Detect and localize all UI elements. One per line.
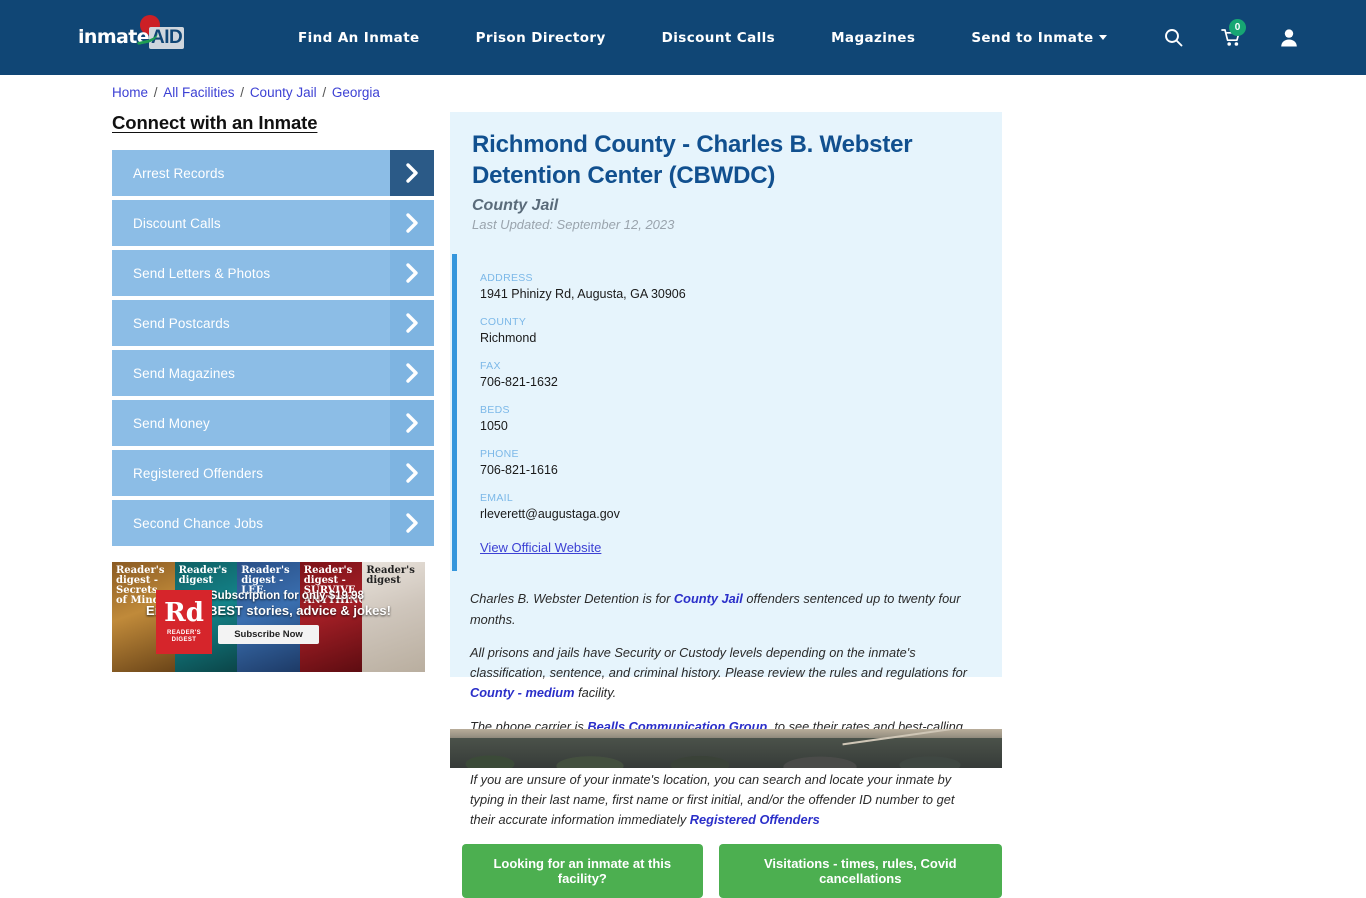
call-to-action-row: Looking for an inmate at this facility? … [462, 843, 1002, 898]
sidebar-item-label: Arrest Records [133, 165, 225, 181]
info-column-right: BEDS 1050 PHONE 706-821-1616 EMAIL rleve… [480, 404, 756, 536]
facility-aerial-photo [450, 729, 1002, 768]
visitations-button[interactable]: Visitations - times, rules, Covid cancel… [718, 843, 1002, 898]
info-value: 706-821-1616 [480, 463, 558, 478]
sidebar-item-send-money[interactable]: Send Money [112, 400, 434, 446]
site-logo[interactable]: inmate AID [78, 14, 188, 55]
sidebar-item-send-letters-photos[interactable]: Send Letters & Photos [112, 250, 434, 296]
description-paragraph-4: If you are unsure of your inmate's locat… [470, 770, 980, 831]
page-title: Richmond County - Charles B. Webster Det… [472, 131, 913, 189]
sidebar-heading: Connect with an Inmate [112, 112, 318, 133]
nav-label: Magazines [831, 29, 916, 46]
chevron-right-icon [390, 500, 434, 546]
breadcrumb-item-county-jail[interactable]: County Jail [250, 85, 317, 100]
p2-text-b: facility. [574, 685, 617, 701]
description-paragraph-1: Charles B. Webster Detention is for Coun… [470, 589, 980, 629]
header-icon-group: 0 [1164, 0, 1298, 75]
info-value: 706-821-1632 [480, 375, 558, 390]
nav-label: Send to Inmate [971, 29, 1094, 46]
sidebar-item-second-chance-jobs[interactable]: Second Chance Jobs [112, 500, 434, 546]
aerial-tree-canopy [450, 738, 1002, 768]
link-county-jail[interactable]: County Jail [674, 591, 743, 606]
rd-subtitle: READER'S DIGEST [167, 629, 201, 644]
breadcrumb-separator: / [150, 85, 162, 100]
chevron-right-icon [390, 400, 434, 446]
nav-send-to-inmate[interactable]: Send to Inmate [943, 30, 1134, 46]
sidebar-item-label: Second Chance Jobs [133, 515, 264, 531]
info-label: ADDRESS [480, 272, 533, 285]
info-value: 1941 Phinizy Rd, Augusta, GA 30906 [480, 287, 686, 302]
sidebar-item-registered-offenders[interactable]: Registered Offenders [112, 450, 434, 496]
info-label: PHONE [480, 448, 519, 461]
breadcrumb: Home / All Facilities / County Jail / Ge… [112, 85, 380, 100]
facility-info-box: ADDRESS 1941 Phinizy Rd, Augusta, GA 309… [452, 254, 1002, 572]
sidebar-item-send-magazines[interactable]: Send Magazines [112, 350, 434, 396]
info-value: Richmond [480, 331, 537, 346]
info-label: COUNTY [480, 316, 527, 329]
nav-magazines[interactable]: Magazines [803, 30, 943, 46]
chevron-down-icon [1098, 34, 1107, 40]
last-updated-text: Last Updated: September 12, 2023 [472, 217, 675, 233]
description-paragraph-2: All prisons and jails have Security or C… [470, 643, 980, 704]
nav-label: Prison Directory [475, 29, 606, 46]
sidebar-item-arrest-records[interactable]: Arrest Records [112, 150, 434, 196]
breadcrumb-separator: / [236, 85, 248, 100]
facility-type-label: County Jail [472, 197, 559, 215]
info-label: BEDS [480, 404, 510, 417]
facility-description: Charles B. Webster Detention is for Coun… [470, 589, 980, 830]
sidebar-item-label: Discount Calls [133, 215, 221, 231]
rd-monogram: Rd [164, 597, 204, 628]
p2-text-a: All prisons and jails have Security or C… [470, 644, 967, 681]
view-official-website-link[interactable]: View Official Website [480, 540, 1002, 555]
search-icon[interactable] [1164, 28, 1183, 47]
info-address: ADDRESS 1941 Phinizy Rd, Augusta, GA 309… [480, 272, 756, 301]
chevron-right-icon [390, 150, 434, 196]
site-header: inmate AID Find An Inmate Prison Director… [0, 0, 1366, 75]
sidebar-item-discount-calls[interactable]: Discount Calls [112, 200, 434, 246]
chevron-right-icon [390, 250, 434, 296]
sidebar-item-label: Send Letters & Photos [133, 265, 271, 281]
shopping-cart-icon[interactable]: 0 [1221, 19, 1246, 47]
ad-subscribe-button[interactable]: Subscribe Now [218, 625, 319, 644]
chevron-right-icon [390, 300, 434, 346]
chevron-right-icon [390, 450, 434, 496]
main-navigation: Find An Inmate Prison Directory Discount… [270, 30, 1135, 46]
sidebar-item-label: Registered Offenders [133, 465, 264, 481]
info-column-left: ADDRESS 1941 Phinizy Rd, Augusta, GA 309… [480, 272, 756, 404]
nav-prison-directory[interactable]: Prison Directory [448, 30, 634, 46]
breadcrumb-item-home[interactable]: Home [112, 85, 148, 100]
sidebar-item-label: Send Postcards [133, 315, 230, 331]
sidebar-item-label: Send Magazines [133, 365, 235, 381]
sidebar-item-label: Send Money [133, 415, 210, 431]
info-beds: BEDS 1050 [480, 404, 756, 433]
breadcrumb-item-all-facilities[interactable]: All Facilities [163, 85, 234, 100]
nav-discount-calls[interactable]: Discount Calls [634, 30, 803, 46]
nav-label: Discount Calls [661, 29, 776, 46]
nav-find-an-inmate[interactable]: Find An Inmate [270, 30, 448, 46]
p1-text-a: Charles B. Webster Detention is for [470, 591, 674, 607]
info-label: EMAIL [480, 492, 514, 505]
info-email: EMAIL rleverett@augustaga.gov [480, 492, 756, 521]
chevron-right-icon [390, 200, 434, 246]
nav-label: Find An Inmate [298, 29, 420, 46]
cart-item-count-badge: 0 [1229, 19, 1246, 36]
sidebar: Connect with an Inmate Arrest Records Di… [112, 112, 434, 550]
info-county: COUNTY Richmond [480, 316, 756, 345]
info-value: 1050 [480, 419, 508, 434]
info-value: rleverett@augustaga.gov [480, 507, 620, 522]
link-county-medium[interactable]: County - medium [470, 685, 575, 700]
info-fax: FAX 706-821-1632 [480, 360, 756, 389]
info-phone: PHONE 706-821-1616 [480, 448, 756, 477]
breadcrumb-item-georgia[interactable]: Georgia [332, 85, 380, 100]
breadcrumb-separator: / [318, 85, 330, 100]
sidebar-advertisement-readers-digest[interactable]: Reader's digest - Secrets of Mind Reader… [112, 562, 425, 672]
facility-detail-card: Richmond County - Charles B. Webster Det… [450, 112, 1002, 898]
sidebar-item-send-postcards[interactable]: Send Postcards [112, 300, 434, 346]
user-account-icon[interactable] [1280, 28, 1298, 47]
readers-digest-logo-icon: Rd READER'S DIGEST [156, 590, 212, 654]
looking-for-inmate-button[interactable]: Looking for an inmate at this facility? [462, 843, 703, 898]
link-registered-offenders[interactable]: Registered Offenders [690, 812, 820, 827]
chevron-right-icon [390, 350, 434, 396]
info-label: FAX [480, 360, 501, 373]
